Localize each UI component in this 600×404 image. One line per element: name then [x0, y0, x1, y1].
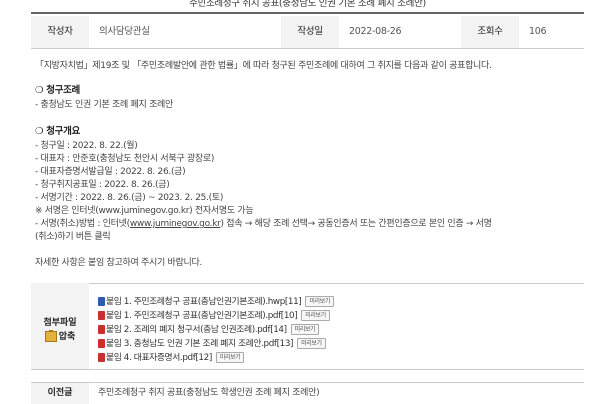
- attachment-file[interactable]: 붙임 1. 주민조례청구 공표(충남인권기본조례).pdf[10] 미리보기: [98, 308, 330, 321]
- pdf-file-icon: [98, 325, 105, 334]
- attachment-link[interactable]: 붙임 2. 조례의 폐지 청구서(충남 인권조례).pdf[14]: [106, 325, 287, 335]
- attachments-row: 첨부파일 압축 붙임 1. 주민조례청구 공표(충남인권기본조례).hwp[11…: [31, 283, 584, 370]
- overview-item: - 대표자증명서발급일 : 2022. 8. 26.(금): [35, 167, 186, 177]
- juminegov-link[interactable]: www.juminegov.go.kr: [130, 219, 221, 229]
- attachment-file[interactable]: 붙임 3. 충청남도 인권 기본 조례 폐지 조례안.pdf[13] 미리보기: [98, 336, 326, 349]
- board-view: 주민조례청구 취지 공표(충청남도 인권 기본 조례 폐지 조례안) 작성자 의…: [0, 0, 600, 404]
- attachment-link[interactable]: 붙임 1. 주민조례청구 공표(충남인권기본조례).pdf[10]: [106, 311, 298, 321]
- pdf-file-icon: [98, 339, 105, 348]
- pdf-file-icon: [98, 311, 105, 320]
- method-line-2: (취소)하기 버튼 클릭: [35, 232, 111, 242]
- method-prefix: - 서명(취소)방법 : 인터넷(: [35, 219, 130, 229]
- section-item: - 충청남도 인권 기본 조례 폐지 조례안: [35, 100, 174, 110]
- zip-download[interactable]: 압축: [31, 329, 89, 342]
- intro-text: 「지방자치법」제19조 및 「주민조례발안에 관한 법률」에 따라 청구된 주민…: [35, 61, 492, 71]
- author-value: 의사담당관실: [99, 26, 150, 37]
- method-suffix: ) 접속 → 해당 조례 선택→ 공동인증서 또는 간편인증으로 본인 인증 →…: [220, 219, 492, 229]
- prev-post-label: 이전글: [31, 383, 89, 404]
- meta-row: 작성자 의사담당관실 작성일 2022-08-26 조회수 106: [31, 16, 584, 49]
- date-label: 작성일: [281, 16, 339, 48]
- preview-button[interactable]: 미리보기: [215, 352, 245, 363]
- overview-item: - 청구취지공표일 : 2022. 8. 26.(금): [35, 180, 170, 190]
- pdf-file-icon: [98, 353, 105, 362]
- zip-label: 압축: [58, 332, 76, 342]
- date-value: 2022-08-26: [349, 26, 402, 37]
- post-content: 「지방자치법」제19조 및 「주민조례발안에 관한 법률」에 따라 청구된 주민…: [31, 48, 584, 284]
- views-value: 106: [529, 26, 547, 37]
- section-title: ❍ 청구조례: [35, 85, 80, 96]
- prev-post-link[interactable]: 주민조례청구 취지 공표(충청남도 학생인권 조례 폐지 조례안): [98, 383, 320, 404]
- page-title: 주민조례청구 취지 공표(충청남도 인권 기본 조례 폐지 조례안): [189, 0, 426, 9]
- views-label: 조회수: [461, 16, 519, 48]
- prev-post-row: 이전글 주민조례청구 취지 공표(충청남도 학생인권 조례 폐지 조례안): [31, 382, 584, 404]
- preview-button[interactable]: 미리보기: [297, 338, 326, 349]
- attachment-file[interactable]: 붙임 1. 주민조례청구 공표(충남인권기본조례).hwp[11] 미리보기: [98, 294, 334, 307]
- hwp-file-icon: [98, 297, 105, 306]
- zip-icon: [44, 330, 57, 342]
- author-label: 작성자: [31, 16, 89, 48]
- overview-item: - 서명기간 : 2022. 8. 26.(금) ~ 2023. 2. 25.(…: [35, 193, 224, 203]
- attachment-file[interactable]: 붙임 4. 대표자증명서.pdf[12] 미리보기: [98, 350, 245, 363]
- preview-button[interactable]: 미리보기: [290, 324, 320, 335]
- attachments-label: 첨부파일: [43, 318, 77, 328]
- method-line: - 서명(취소)방법 : 인터넷(www.juminegov.go.kr) 접속…: [35, 216, 492, 229]
- overview-item: - 청구일 : 2022. 8. 22.(월): [35, 141, 138, 151]
- overview-item: - 대표자 : 안준호(충청남도 천안시 서북구 광장로): [35, 154, 215, 164]
- footer-note: 자세한 사항은 붙임 참고하여 주시기 바랍니다.: [35, 258, 202, 268]
- attachment-link[interactable]: 붙임 3. 충청남도 인권 기본 조례 폐지 조례안.pdf[13]: [106, 339, 293, 349]
- preview-button[interactable]: 미리보기: [305, 296, 334, 307]
- preview-button[interactable]: 미리보기: [301, 310, 330, 321]
- attachment-file[interactable]: 붙임 2. 조례의 폐지 청구서(충남 인권조례).pdf[14] 미리보기: [98, 322, 320, 335]
- attachment-link[interactable]: 붙임 1. 주민조례청구 공표(충남인권기본조례).hwp[11]: [106, 297, 302, 307]
- section-title: ❍ 청구개요: [35, 126, 80, 137]
- attachment-link[interactable]: 붙임 4. 대표자증명서.pdf[12]: [106, 353, 212, 363]
- overview-item: ※ 서명은 인터넷(www.juminegov.go.kr) 전자서명도 가능: [35, 206, 254, 216]
